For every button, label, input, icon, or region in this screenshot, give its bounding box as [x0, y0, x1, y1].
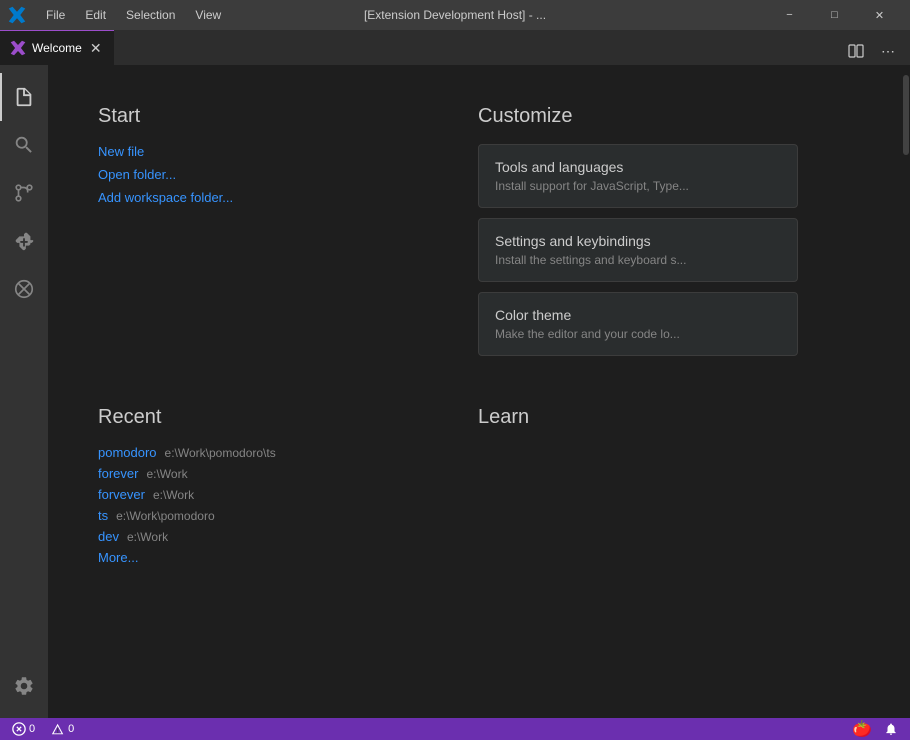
- settings-card-title: Settings and keybindings: [495, 233, 781, 249]
- recent-path-3: e:\Work\pomodoro: [116, 509, 215, 523]
- color-theme-card-desc: Make the editor and your code lo...: [495, 327, 781, 341]
- activity-settings[interactable]: [0, 662, 48, 710]
- status-tomato[interactable]: 🍅: [848, 719, 876, 739]
- tools-card-title: Tools and languages: [495, 159, 781, 175]
- tab-actions: ⋯: [842, 37, 910, 65]
- menu-file[interactable]: File: [38, 6, 73, 24]
- close-button[interactable]: ✕: [857, 0, 902, 30]
- color-theme-card-title: Color theme: [495, 307, 781, 323]
- app: Welcome ✕ ⋯: [0, 30, 910, 740]
- activity-bar: [0, 65, 48, 718]
- scroll-bar[interactable]: [902, 65, 910, 718]
- activity-search[interactable]: [0, 121, 48, 169]
- status-bell[interactable]: [880, 722, 902, 736]
- bell-icon: [884, 722, 898, 736]
- add-workspace-link[interactable]: Add workspace folder...: [98, 190, 418, 205]
- color-theme-card[interactable]: Color theme Make the editor and your cod…: [478, 292, 798, 356]
- maximize-button[interactable]: □: [812, 0, 857, 30]
- start-title: Start: [98, 105, 418, 128]
- minimize-button[interactable]: −: [767, 0, 812, 30]
- content-area: Start New file Open folder... Add worksp…: [0, 65, 910, 718]
- customize-section: Customize Tools and languages Install su…: [478, 105, 798, 366]
- gear-icon: [13, 675, 35, 697]
- remote-icon: [13, 278, 35, 300]
- activity-source-control[interactable]: [0, 169, 48, 217]
- status-right: 🍅: [848, 719, 902, 739]
- activity-remote[interactable]: [0, 265, 48, 313]
- more-link[interactable]: More...: [98, 550, 418, 565]
- status-bar: 0 0 🍅: [0, 718, 910, 740]
- recent-path-1: e:\Work: [146, 467, 187, 481]
- recent-item-4: dev e:\Work: [98, 529, 418, 544]
- recent-item-0: pomodoro e:\Work\pomodoro\ts: [98, 445, 418, 460]
- split-editor-button[interactable]: [842, 37, 870, 65]
- settings-keybindings-card[interactable]: Settings and keybindings Install the set…: [478, 218, 798, 282]
- window-controls: − □ ✕: [767, 0, 902, 30]
- new-file-link[interactable]: New file: [98, 144, 418, 159]
- title-bar-left: File Edit Selection View: [8, 6, 229, 24]
- menu-edit[interactable]: Edit: [77, 6, 114, 24]
- recent-path-0: e:\Work\pomodoro\ts: [165, 446, 276, 460]
- tab-welcome-label: Welcome: [32, 41, 82, 55]
- activity-extensions[interactable]: [0, 217, 48, 265]
- files-icon: [13, 86, 35, 108]
- vscode-logo-icon: [8, 6, 26, 24]
- recent-path-4: e:\Work: [127, 530, 168, 544]
- recent-title: Recent: [98, 406, 418, 429]
- scroll-thumb[interactable]: [903, 75, 909, 155]
- status-warnings[interactable]: 0: [47, 722, 78, 736]
- welcome-content: Start New file Open folder... Add worksp…: [98, 105, 798, 565]
- recent-name-2[interactable]: forvever: [98, 487, 145, 502]
- recent-name-1[interactable]: forever: [98, 466, 138, 481]
- learn-title: Learn: [478, 406, 798, 429]
- source-control-icon: [13, 182, 35, 204]
- tab-bar: Welcome ✕ ⋯: [0, 30, 910, 65]
- error-icon: [12, 722, 26, 736]
- extensions-icon: [13, 230, 35, 252]
- recent-name-4[interactable]: dev: [98, 529, 119, 544]
- recent-item-3: ts e:\Work\pomodoro: [98, 508, 418, 523]
- open-folder-link[interactable]: Open folder...: [98, 167, 418, 182]
- customize-title: Customize: [478, 105, 798, 128]
- tools-languages-card[interactable]: Tools and languages Install support for …: [478, 144, 798, 208]
- more-actions-button[interactable]: ⋯: [874, 37, 902, 65]
- recent-section: Recent pomodoro e:\Work\pomodoro\ts fore…: [98, 406, 418, 565]
- tab-close-button[interactable]: ✕: [88, 40, 104, 56]
- learn-section: Learn: [478, 406, 798, 565]
- status-errors[interactable]: 0: [8, 722, 39, 736]
- title-bar: File Edit Selection View [Extension Deve…: [0, 0, 910, 30]
- editor-area: Start New file Open folder... Add worksp…: [48, 65, 902, 718]
- tab-welcome[interactable]: Welcome ✕: [0, 30, 114, 65]
- recent-item-1: forever e:\Work: [98, 466, 418, 481]
- tab-vscode-icon: [10, 40, 26, 56]
- recent-item-2: forvever e:\Work: [98, 487, 418, 502]
- warning-icon: [51, 722, 65, 736]
- menu-selection[interactable]: Selection: [118, 6, 183, 24]
- settings-card-desc: Install the settings and keyboard s...: [495, 253, 781, 267]
- warning-count: 0: [68, 723, 74, 735]
- tomato-icon: 🍅: [852, 719, 872, 739]
- start-section: Start New file Open folder... Add worksp…: [98, 105, 418, 366]
- menu-bar: File Edit Selection View: [38, 6, 229, 24]
- error-count: 0: [29, 723, 35, 735]
- search-icon: [13, 134, 35, 156]
- recent-name-0[interactable]: pomodoro: [98, 445, 157, 460]
- title-bar-title: [Extension Development Host] - ...: [364, 8, 546, 22]
- activity-explorer[interactable]: [0, 73, 48, 121]
- activity-bottom: [0, 662, 48, 718]
- split-editor-icon: [848, 43, 864, 59]
- recent-path-2: e:\Work: [153, 488, 194, 502]
- tools-card-desc: Install support for JavaScript, Type...: [495, 179, 781, 193]
- menu-view[interactable]: View: [187, 6, 229, 24]
- recent-name-3[interactable]: ts: [98, 508, 108, 523]
